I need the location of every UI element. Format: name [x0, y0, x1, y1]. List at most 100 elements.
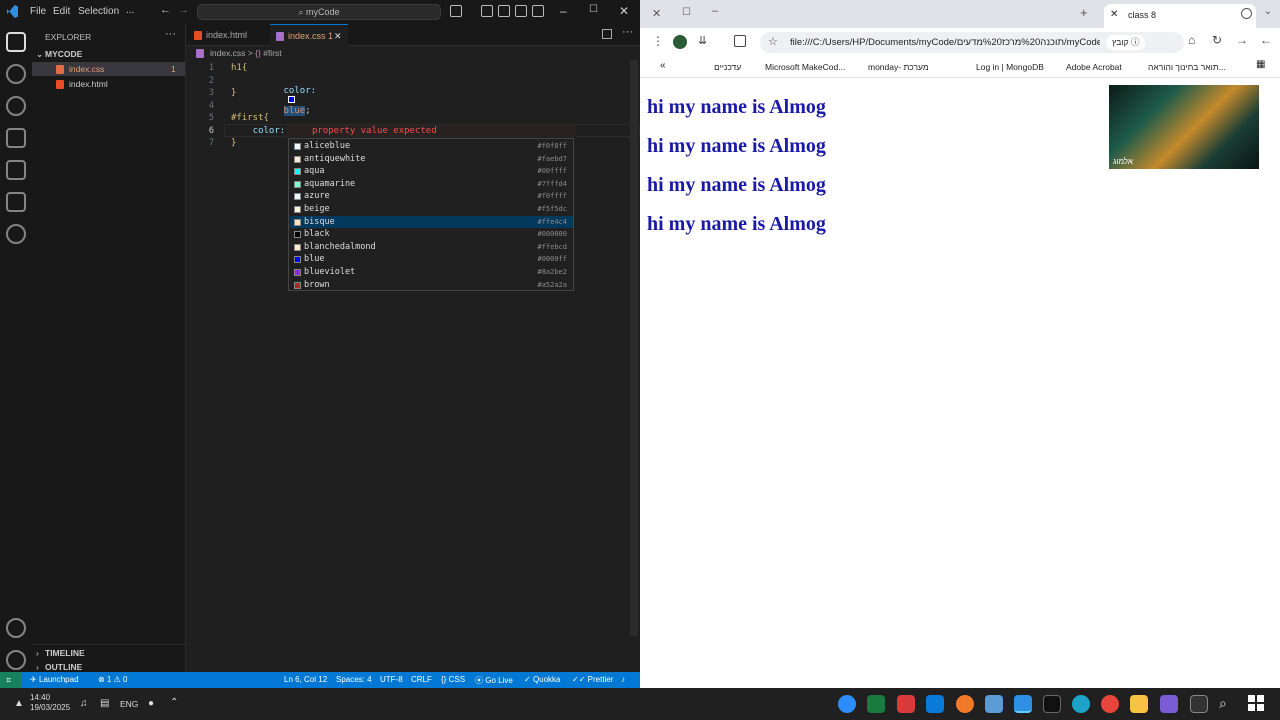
suggestion-item[interactable]: antiquewhite #faebd7 [290, 153, 573, 166]
suggestion-item[interactable]: blanchedalmond #ffebcd [290, 241, 573, 254]
bookmark-item[interactable]: תואר בחינוך והוראה... [1148, 62, 1226, 72]
snipping-tool-icon[interactable] [985, 695, 1003, 713]
indentation[interactable]: Spaces: 4 [336, 675, 372, 684]
forward-icon[interactable]: → [1236, 33, 1248, 47]
settings-gear-icon[interactable] [6, 650, 26, 670]
file-explorer-icon[interactable] [1130, 695, 1148, 713]
suggestion-item[interactable]: bisque #ffe4c4 [290, 215, 573, 229]
scrollbar[interactable] [630, 60, 638, 636]
tab-index-html[interactable]: index.html [186, 24, 270, 46]
explorer-icon[interactable] [6, 32, 26, 52]
chrome-app-icon[interactable] [1101, 695, 1119, 713]
bookmark-item[interactable]: monday- מערכת [868, 62, 929, 72]
bookmark-item[interactable]: Log in | MongoDB [976, 62, 1044, 72]
teams-app-icon[interactable] [926, 695, 944, 713]
profile-avatar[interactable] [673, 35, 687, 49]
explorer-more-icon[interactable]: ··· [165, 28, 176, 40]
source-control-icon[interactable] [6, 96, 26, 116]
home-icon[interactable]: ⌂ [1188, 33, 1195, 47]
suggestion-item[interactable]: aliceblue #f0f8ff [290, 140, 573, 153]
suggestion-item[interactable]: black #000000 [290, 228, 573, 241]
bookmark-item[interactable]: Adobe Acrobat [1066, 62, 1122, 72]
anydesk-app-icon[interactable] [897, 695, 915, 713]
reload-icon[interactable]: ↻ [1212, 33, 1222, 47]
browser-tab[interactable]: ✕ class 8 [1104, 4, 1256, 28]
downloads-icon[interactable]: ⇊ [698, 34, 707, 47]
breadcrumb-symbol[interactable]: #first [263, 48, 281, 58]
restore-window-icon[interactable]: ☐ [682, 7, 691, 18]
copilot-icon[interactable] [450, 5, 462, 17]
toggle-sidebar-icon[interactable] [498, 5, 510, 17]
run-debug-icon[interactable] [6, 128, 26, 148]
prettier-item[interactable]: ✓✓ Prettier [572, 675, 613, 684]
editor-more-icon[interactable]: ··· [622, 26, 633, 38]
suggestion-item[interactable]: aqua #00ffff [290, 165, 573, 178]
suggestion-item[interactable]: beige #f5f5dc [290, 203, 573, 216]
all-bookmarks-icon[interactable]: ▦ [1256, 59, 1265, 70]
live-share-icon[interactable] [6, 224, 26, 244]
language-mode[interactable]: {} CSS [441, 675, 465, 684]
menu-dots-icon[interactable]: ⋮ [652, 34, 664, 48]
encoding[interactable]: UTF-8 [380, 675, 403, 684]
split-editor-icon[interactable] [602, 29, 612, 39]
toggle-secondary-sidebar-icon[interactable] [532, 5, 544, 17]
code-line-1[interactable]: h1{ [231, 63, 247, 73]
notifications-bell-icon[interactable]: ♪ [621, 675, 625, 684]
back-icon[interactable]: ← [1260, 33, 1272, 47]
widget-app-icon[interactable] [1190, 695, 1208, 713]
line-ending[interactable]: CRLF [411, 675, 432, 684]
close-tab-icon[interactable]: ✕ [334, 25, 342, 47]
problems-item[interactable]: ⊗ 1 ⚠ 0 [98, 675, 127, 684]
quokka-item[interactable]: ✓ Quokka [524, 675, 561, 684]
suggestion-item[interactable]: blueviolet #8a2be2 [290, 266, 573, 279]
address-bar[interactable]: ☆ file:///C:/Users/HP/Documents/myCode/ת… [760, 32, 1184, 53]
file-item-index-html[interactable]: index.html [32, 77, 185, 91]
folder-mycode[interactable]: MYCODE [45, 49, 82, 59]
outline-chevron-icon[interactable]: › [36, 662, 39, 672]
extensions-icon[interactable] [6, 160, 26, 180]
code-line-5[interactable]: #first{ [231, 113, 269, 123]
new-tab-icon[interactable]: + [1080, 5, 1088, 20]
remote-explorer-icon[interactable] [6, 192, 26, 212]
maximize-icon[interactable]: ☐ [589, 4, 598, 15]
taskbar-search-icon[interactable]: ⌕ [1219, 695, 1227, 712]
minimize-icon[interactable]: – [560, 4, 567, 18]
zoom-app-icon[interactable] [838, 695, 856, 713]
color-swatch-icon[interactable] [287, 96, 295, 103]
suggestion-item[interactable]: aquamarine #7fffd4 [290, 178, 573, 191]
launchpad-item[interactable]: ✈ Launchpad [30, 675, 79, 684]
search-view-icon[interactable] [6, 64, 26, 84]
close-window-icon[interactable]: ✕ [652, 7, 661, 20]
forward-arrow-icon[interactable]: → [178, 4, 189, 16]
close-window-icon[interactable]: ✕ [619, 4, 629, 18]
network-icon[interactable]: ▤ [100, 698, 109, 709]
code-line-7[interactable]: } [231, 138, 236, 148]
suggestion-item[interactable]: azure #f0ffff [290, 190, 573, 203]
breadcrumb-file[interactable]: index.css [210, 48, 245, 58]
back-arrow-icon[interactable]: ← [160, 4, 171, 16]
microphone-icon[interactable]: ● [148, 698, 154, 709]
timeline-chevron-icon[interactable]: › [36, 648, 39, 658]
file-item-index-css[interactable]: index.css 1 [32, 62, 185, 76]
extensions-icon[interactable] [734, 35, 746, 47]
clock[interactable]: 14:40 19/03/2025 [30, 693, 70, 713]
code-line-3[interactable]: } [231, 88, 236, 98]
input-language[interactable]: ENG [120, 699, 138, 709]
edge-app-icon[interactable] [1072, 695, 1090, 713]
tab-search-icon[interactable]: ⌄ [1264, 6, 1272, 17]
volume-icon[interactable]: ♫ [80, 698, 88, 709]
bookmarks-overflow-icon[interactable]: « [660, 60, 666, 71]
bookmark-star-icon[interactable]: ☆ [768, 32, 778, 53]
tray-overflow-icon[interactable]: ⌃ [170, 697, 178, 708]
copilot-app-icon[interactable] [1160, 695, 1178, 713]
suggestion-item[interactable]: brown #a52a2a [290, 279, 573, 292]
layout-icon[interactable] [481, 5, 493, 17]
tab-index-css[interactable]: index.css 1 ✕ [270, 24, 348, 46]
terminal-app-icon[interactable] [1043, 695, 1061, 713]
bookmark-item[interactable]: Microsoft MakeCod... [765, 62, 845, 72]
minimize-window-icon[interactable]: – [712, 5, 718, 17]
close-tab-icon[interactable]: ✕ [1110, 9, 1118, 20]
suggestion-item[interactable]: blue #0000ff [290, 253, 573, 266]
menu-more[interactable]: ... [118, 5, 142, 16]
site-info-chip[interactable]: קובץ ⓘ [1106, 35, 1146, 50]
